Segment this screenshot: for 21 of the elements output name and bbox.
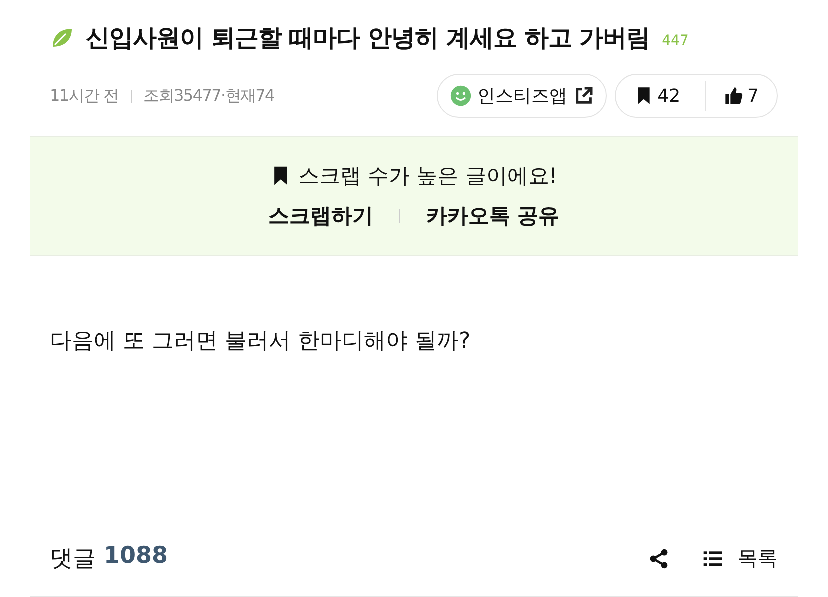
external-link-icon — [574, 86, 594, 106]
comment-count: 447 — [662, 33, 689, 49]
leaf-icon — [50, 26, 74, 50]
current-viewers: ·현재74 — [220, 86, 274, 106]
thumbs-up-icon — [724, 86, 744, 106]
app-link-button[interactable]: 인스티즈앱 — [436, 74, 607, 118]
like-button[interactable]: 7 — [704, 81, 777, 111]
comments-label: 댓글 — [50, 545, 96, 574]
post-body: 다음에 또 그러면 불러서 한마디해야 될까? — [50, 328, 472, 356]
post-time: 11시간 전 — [50, 86, 119, 106]
comments-count: 1088 — [104, 543, 168, 571]
banner-action-link[interactable]: 카카오톡 공유 — [426, 202, 560, 230]
share-icon — [648, 548, 670, 570]
share-button[interactable] — [648, 548, 670, 570]
scrap-button[interactable]: 42 — [616, 81, 699, 111]
post-title: 신입사원이 퇴근할 때마다 안녕히 계세요 하고 가버림 — [86, 23, 650, 54]
banner-message: 스크랩 수가 높은 글이에요! — [298, 163, 558, 190]
banner-action-link[interactable]: 스크랩하기 — [268, 202, 374, 230]
view-count: 조회35477 — [144, 86, 221, 106]
smiley-icon — [450, 85, 472, 107]
list-button[interactable]: 목록 — [702, 545, 778, 572]
